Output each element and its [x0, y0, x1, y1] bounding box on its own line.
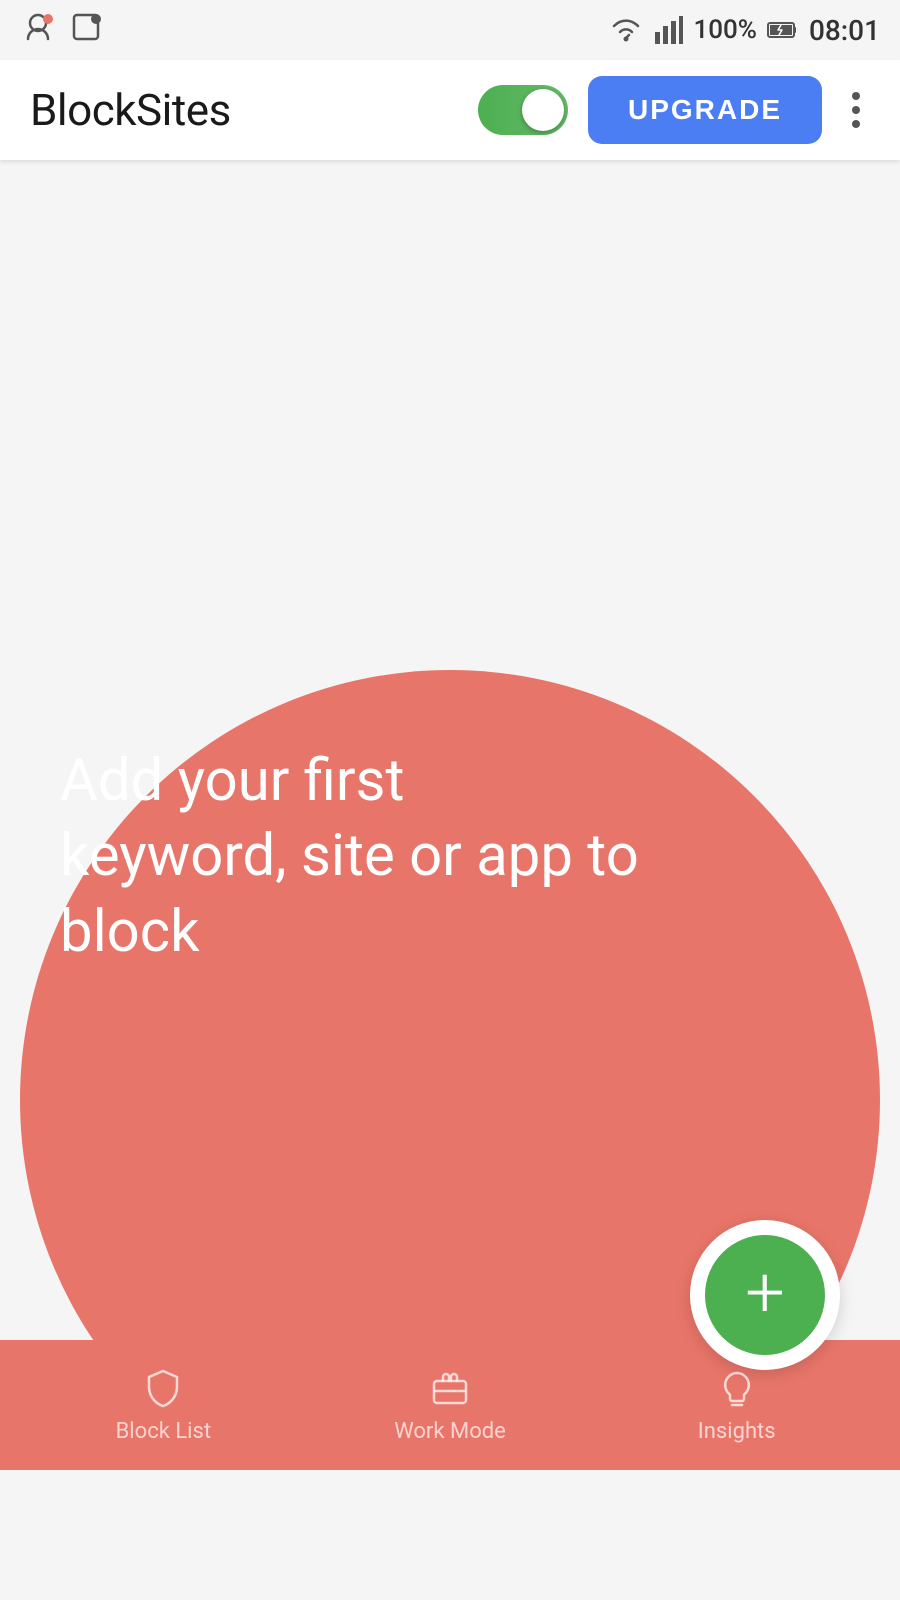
wifi-icon	[607, 16, 645, 44]
app-header: BlockSites UPGRADE	[0, 60, 900, 160]
nav-item-insights[interactable]: Insights	[593, 1367, 880, 1444]
battery-percentage: 100%	[693, 15, 756, 45]
notification-icon-2	[68, 9, 104, 52]
status-bar-right: 100% 08:01	[607, 14, 880, 47]
nav-item-block-list[interactable]: Block List	[20, 1367, 307, 1444]
toggle-knob	[522, 89, 564, 131]
plus-icon: +	[745, 1258, 785, 1328]
briefcase-icon	[428, 1367, 472, 1411]
add-fab-button[interactable]: +	[690, 1220, 840, 1370]
signal-icon	[655, 16, 683, 44]
battery-icon	[767, 20, 799, 40]
header-right: UPGRADE	[478, 76, 870, 144]
dot-3	[852, 120, 860, 128]
status-bar-left	[20, 9, 104, 52]
nav-label-block-list: Block List	[116, 1419, 211, 1444]
dot-1	[852, 92, 860, 100]
time-display: 08:01	[809, 14, 880, 47]
app-title: BlockSites	[30, 84, 231, 136]
toggle-switch[interactable]	[478, 85, 568, 135]
more-options-button[interactable]	[842, 82, 870, 138]
upgrade-button[interactable]: UPGRADE	[588, 76, 822, 144]
nav-label-insights: Insights	[698, 1419, 776, 1444]
main-content: Add your first keyword, site or app to b…	[0, 160, 900, 1470]
toggle-container[interactable]	[478, 85, 568, 135]
lightbulb-icon	[715, 1367, 759, 1411]
notification-icon-1	[20, 9, 56, 52]
status-bar: 100% 08:01	[0, 0, 900, 60]
shield-icon	[141, 1367, 185, 1411]
dot-2	[852, 106, 860, 114]
nav-label-work-mode: Work Mode	[394, 1419, 506, 1444]
empty-state-container: Add your first keyword, site or app to b…	[0, 744, 900, 970]
nav-item-work-mode[interactable]: Work Mode	[307, 1367, 594, 1444]
fab-inner: +	[705, 1235, 825, 1355]
empty-state-text: Add your first keyword, site or app to b…	[60, 744, 640, 970]
